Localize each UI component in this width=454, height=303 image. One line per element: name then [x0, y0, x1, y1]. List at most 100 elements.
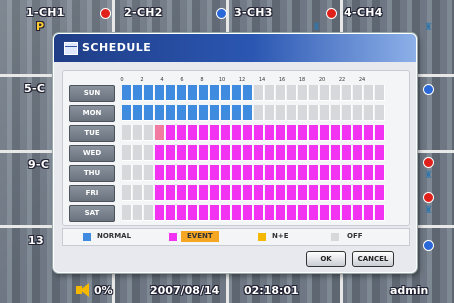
- schedule-cell[interactable]: [265, 205, 275, 221]
- schedule-cell[interactable]: [309, 165, 319, 181]
- cancel-button[interactable]: CANCEL: [352, 251, 394, 267]
- schedule-cell[interactable]: [254, 85, 264, 101]
- schedule-cell[interactable]: [122, 145, 132, 161]
- schedule-cell[interactable]: [166, 85, 176, 101]
- channel-label[interactable]: 1-CH1: [26, 6, 65, 19]
- schedule-cell[interactable]: [232, 145, 242, 161]
- channel-label[interactable]: 5-C: [24, 82, 45, 95]
- schedule-cell[interactable]: [353, 85, 363, 101]
- schedule-cell[interactable]: [265, 125, 275, 141]
- schedule-cell[interactable]: [265, 105, 275, 121]
- schedule-cell[interactable]: [188, 205, 198, 221]
- schedule-cell[interactable]: [298, 185, 308, 201]
- schedule-cell[interactable]: [320, 205, 330, 221]
- schedule-cell[interactable]: [232, 85, 242, 101]
- schedule-cell[interactable]: [364, 85, 374, 101]
- schedule-cell[interactable]: [177, 105, 187, 121]
- schedule-cell[interactable]: [331, 205, 341, 221]
- day-button-tue[interactable]: TUE: [69, 125, 115, 142]
- day-button-thu[interactable]: THU: [69, 165, 115, 182]
- schedule-cell[interactable]: [210, 85, 220, 101]
- schedule-cell[interactable]: [331, 85, 341, 101]
- schedule-cell[interactable]: [199, 165, 209, 181]
- schedule-cell[interactable]: [254, 165, 264, 181]
- channel-label[interactable]: 13: [28, 234, 44, 247]
- schedule-cell[interactable]: [342, 125, 352, 141]
- schedule-cell[interactable]: [133, 165, 143, 181]
- schedule-cell[interactable]: [364, 105, 374, 121]
- schedule-cell[interactable]: [364, 125, 374, 141]
- schedule-cell[interactable]: [221, 125, 231, 141]
- schedule-cell[interactable]: [276, 185, 286, 201]
- schedule-cell[interactable]: [342, 85, 352, 101]
- schedule-cell[interactable]: [144, 85, 154, 101]
- channel-label[interactable]: 4-CH4: [344, 6, 383, 19]
- schedule-cell[interactable]: [342, 105, 352, 121]
- schedule-cell[interactable]: [210, 145, 220, 161]
- channel-label[interactable]: 3-CH3: [234, 6, 273, 19]
- schedule-cell[interactable]: [309, 125, 319, 141]
- schedule-cell[interactable]: [309, 185, 319, 201]
- schedule-cell[interactable]: [221, 145, 231, 161]
- schedule-cell[interactable]: [287, 185, 297, 201]
- schedule-cell[interactable]: [133, 205, 143, 221]
- day-button-sat[interactable]: SAT: [69, 205, 115, 222]
- schedule-cell[interactable]: [155, 205, 165, 221]
- schedule-cell[interactable]: [309, 145, 319, 161]
- day-button-sun[interactable]: SUN: [69, 85, 115, 102]
- schedule-cell[interactable]: [331, 165, 341, 181]
- schedule-cell[interactable]: [320, 125, 330, 141]
- schedule-cell[interactable]: [144, 105, 154, 121]
- day-button-fri[interactable]: FRI: [69, 185, 115, 202]
- schedule-cell[interactable]: [133, 145, 143, 161]
- schedule-cell[interactable]: [155, 85, 165, 101]
- schedule-cell[interactable]: [166, 165, 176, 181]
- schedule-cell[interactable]: [232, 205, 242, 221]
- schedule-cell[interactable]: [320, 145, 330, 161]
- schedule-cell[interactable]: [276, 165, 286, 181]
- schedule-cell[interactable]: [298, 105, 308, 121]
- schedule-cell[interactable]: [243, 165, 253, 181]
- schedule-cell[interactable]: [221, 185, 231, 201]
- schedule-cell[interactable]: [155, 105, 165, 121]
- schedule-cell[interactable]: [232, 165, 242, 181]
- schedule-cell[interactable]: [309, 105, 319, 121]
- schedule-cell[interactable]: [287, 85, 297, 101]
- schedule-cell[interactable]: [265, 165, 275, 181]
- schedule-cell[interactable]: [287, 125, 297, 141]
- schedule-cell[interactable]: [243, 85, 253, 101]
- schedule-cell[interactable]: [133, 125, 143, 141]
- schedule-cell[interactable]: [199, 205, 209, 221]
- schedule-cell[interactable]: [375, 85, 385, 101]
- schedule-cell[interactable]: [122, 205, 132, 221]
- schedule-cell[interactable]: [342, 205, 352, 221]
- schedule-cell[interactable]: [375, 205, 385, 221]
- schedule-cell[interactable]: [166, 205, 176, 221]
- schedule-cell[interactable]: [166, 125, 176, 141]
- schedule-cell[interactable]: [331, 185, 341, 201]
- schedule-cell[interactable]: [287, 105, 297, 121]
- schedule-cell[interactable]: [199, 85, 209, 101]
- schedule-cell[interactable]: [298, 85, 308, 101]
- schedule-cell[interactable]: [221, 105, 231, 121]
- schedule-cell[interactable]: [364, 145, 374, 161]
- schedule-cell[interactable]: [199, 185, 209, 201]
- schedule-cell[interactable]: [177, 165, 187, 181]
- schedule-cell[interactable]: [375, 105, 385, 121]
- schedule-cell[interactable]: [265, 85, 275, 101]
- schedule-cell[interactable]: [276, 105, 286, 121]
- schedule-cell[interactable]: [210, 105, 220, 121]
- schedule-cell[interactable]: [122, 105, 132, 121]
- schedule-cell[interactable]: [166, 185, 176, 201]
- schedule-cell[interactable]: [210, 205, 220, 221]
- schedule-cell[interactable]: [188, 85, 198, 101]
- schedule-cell[interactable]: [177, 125, 187, 141]
- schedule-cell[interactable]: [309, 205, 319, 221]
- schedule-cell[interactable]: [298, 125, 308, 141]
- schedule-cell[interactable]: [221, 205, 231, 221]
- channel-label[interactable]: 2-CH2: [124, 6, 163, 19]
- schedule-cell[interactable]: [287, 205, 297, 221]
- schedule-cell[interactable]: [364, 185, 374, 201]
- schedule-cell[interactable]: [276, 145, 286, 161]
- channel-label[interactable]: 9-C: [28, 158, 49, 171]
